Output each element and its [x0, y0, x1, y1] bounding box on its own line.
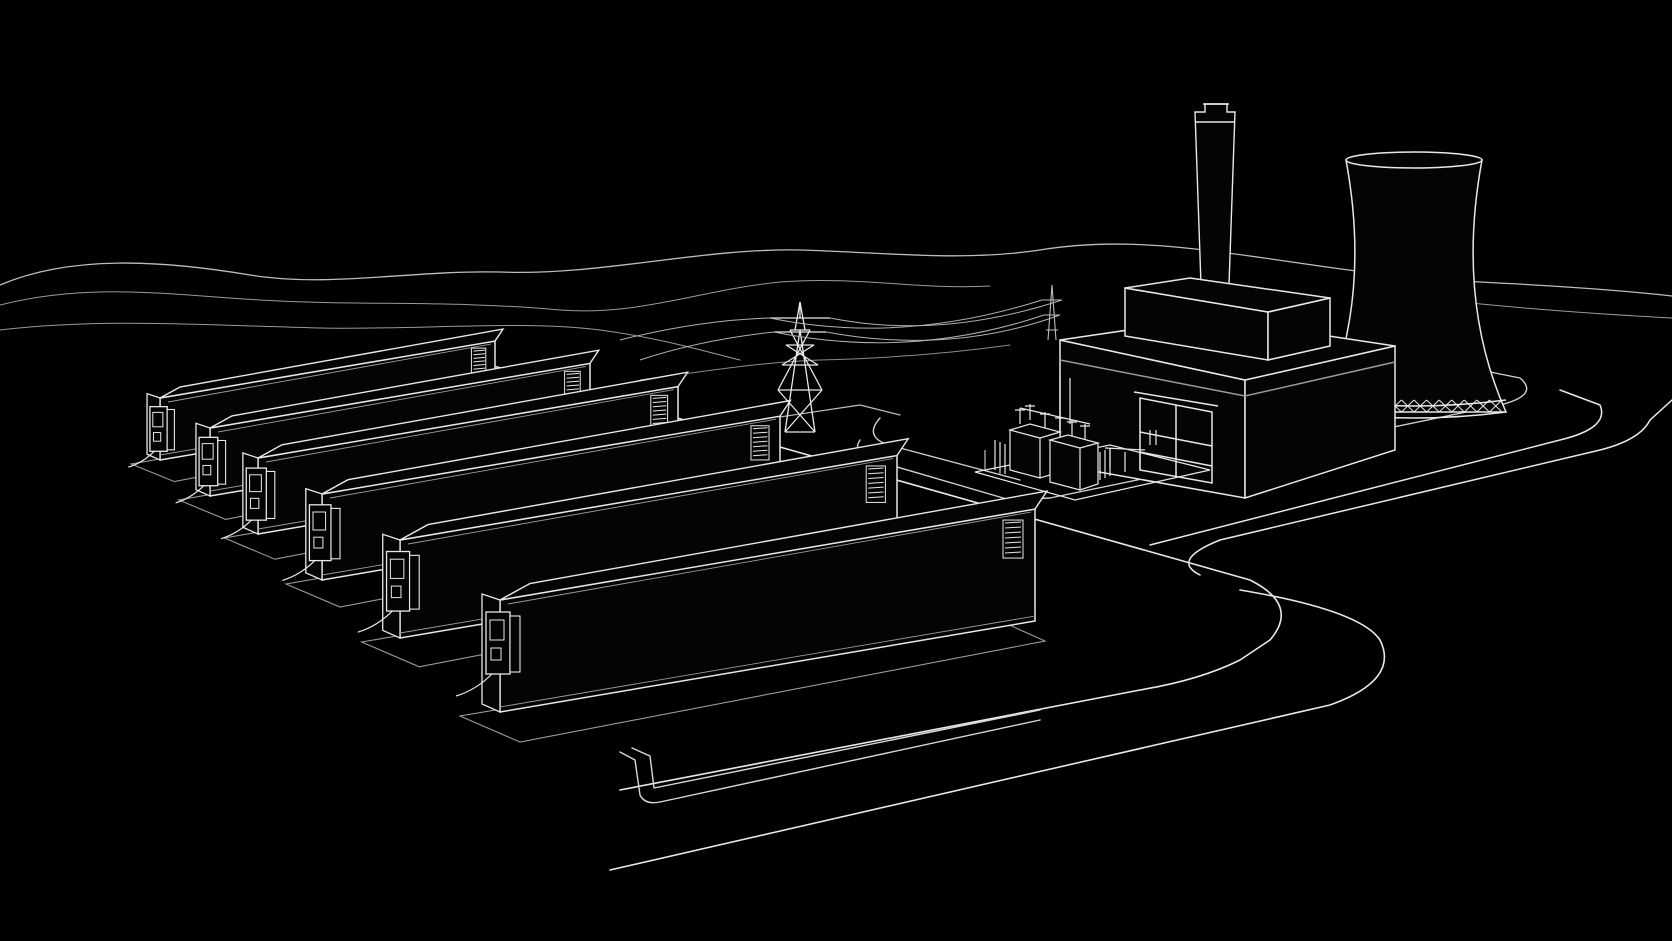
energy-storage-illustration [0, 0, 1672, 941]
power-line-6 [639, 331, 775, 361]
cooling-tower-rim [1345, 151, 1483, 169]
chimney-body [1194, 103, 1236, 286]
ground-edge [639, 344, 1011, 381]
inverter-cabinet-icon [245, 467, 276, 521]
cabinet-side [509, 615, 521, 673]
inverter-cabinet-icon [485, 611, 521, 675]
inverter-cabinet-icon [385, 550, 420, 612]
power-line-3 [773, 314, 1045, 344]
cabinet-side [217, 439, 227, 485]
line-art-canvas [0, 103, 1672, 871]
cabinet-side [409, 554, 420, 610]
power-line-1 [769, 299, 1043, 329]
hill-line-mid [0, 279, 991, 312]
transmission-tower-icon-2 [1042, 284, 1062, 341]
inverter-cabinet-icon [198, 436, 227, 487]
inverter-cabinet-icon [308, 504, 341, 562]
transformer-tank-2 [1047, 434, 1101, 491]
battery-containers [128, 328, 1049, 743]
tower-body [777, 301, 823, 433]
inverter-cabinet-icon [149, 405, 175, 452]
cabinet-side [166, 408, 175, 451]
power-lines [619, 299, 1063, 361]
tower-crossarms [770, 302, 830, 333]
substation-fence [984, 450, 1001, 474]
cabinet-side [330, 507, 341, 560]
tower-2-body [1042, 284, 1062, 341]
cable-trench-line [619, 719, 1041, 804]
cable-trench [619, 709, 1041, 804]
chimney-icon [1194, 103, 1236, 286]
cabinet-side [265, 470, 276, 520]
